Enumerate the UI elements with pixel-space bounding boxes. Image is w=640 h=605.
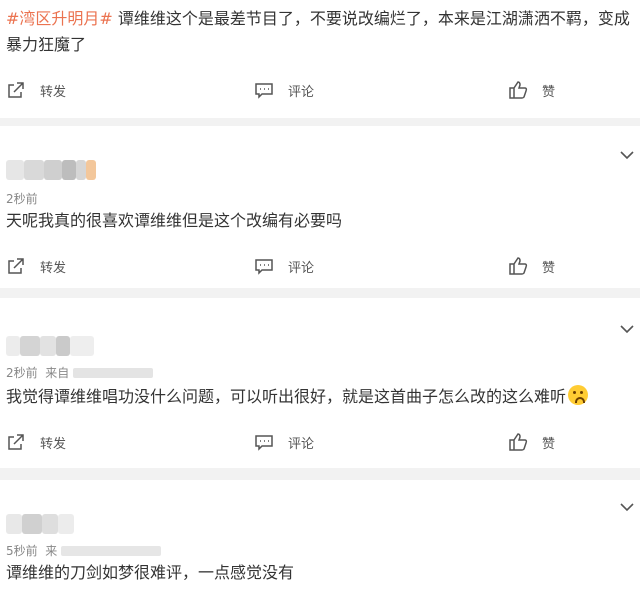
post-text-line2: 暴力狂魔了 <box>6 35 87 54</box>
like-label: 赞 <box>542 436 556 452</box>
comment-button[interactable]: 评论 <box>254 254 314 278</box>
share-button[interactable]: 转发 <box>6 254 66 278</box>
username-blurred[interactable] <box>6 514 76 534</box>
share-icon <box>8 434 24 450</box>
comment-time: 2秒前 <box>6 366 38 380</box>
comment-label: 评论 <box>288 436 315 452</box>
comment-icon <box>255 259 273 275</box>
source-blurred <box>73 368 154 378</box>
comment-text-content: 我觉得谭维维唱功没什么问题，可以听出很好，就是这首曲子怎么改的这么难听 <box>6 387 567 406</box>
comment-time: 2秒前 <box>6 192 38 206</box>
comment-card: 2秒前 来自 我觉得谭维维唱功没什么问题，可以听出很好，就是这首曲子怎么改的这么… <box>0 298 640 468</box>
separator <box>0 118 640 126</box>
share-button[interactable]: 转发 <box>6 78 66 102</box>
share-label: 转发 <box>40 436 67 452</box>
hashtag-link[interactable]: #湾区升明月# <box>6 9 113 28</box>
chevron-down-icon[interactable] <box>620 502 634 512</box>
comment-time: 5秒前 <box>6 544 38 558</box>
share-button[interactable]: 转发 <box>6 430 66 454</box>
chevron-down-icon[interactable] <box>620 324 634 334</box>
like-label: 赞 <box>542 84 556 100</box>
chevron-down-icon[interactable] <box>620 150 634 160</box>
crying-emoji-icon <box>568 385 589 405</box>
comment-source: 来自 <box>45 366 70 380</box>
share-label: 转发 <box>40 260 67 276</box>
comment-icon <box>255 83 273 99</box>
comment-text: 谭维维的刀剑如梦很难评，一点感觉没有 <box>6 563 295 582</box>
comment-card: 2秒前 天呢我真的很喜欢谭维维但是这个改编有必要吗 转发 评论 赞 <box>0 126 640 288</box>
comment-card: 5秒前 来 谭维维的刀剑如梦很难评，一点感觉没有 <box>0 480 640 605</box>
source-blurred <box>61 546 162 556</box>
username-blurred[interactable] <box>6 336 96 356</box>
like-button[interactable]: 赞 <box>508 78 555 102</box>
separator <box>0 468 640 480</box>
post-card: #湾区升明月# 谭维维这个是最差节目了，不要说改编烂了，本来是江湖潇洒不羁，变成… <box>0 0 640 118</box>
comment-actions: 转发 评论 赞 <box>0 254 640 278</box>
share-icon <box>8 82 24 98</box>
separator <box>0 288 640 298</box>
share-label: 转发 <box>40 84 67 100</box>
like-icon <box>509 81 528 99</box>
post-actions: 转发 评论 赞 <box>0 78 640 102</box>
username-blurred[interactable] <box>6 160 96 180</box>
comment-icon <box>255 435 273 451</box>
comment-source: 来 <box>45 544 58 558</box>
like-label: 赞 <box>542 260 556 276</box>
post-text-line1: 谭维维这个是最差节目了，不要说改编烂了，本来是江湖潇洒不羁，变成 <box>112 9 630 28</box>
like-icon <box>509 257 528 275</box>
like-button[interactable]: 赞 <box>508 430 555 454</box>
comment-button[interactable]: 评论 <box>254 430 314 454</box>
comment-label: 评论 <box>288 260 315 276</box>
like-icon <box>509 433 528 451</box>
comment-actions: 转发 评论 赞 <box>0 430 640 454</box>
comment-text: 我觉得谭维维唱功没什么问题，可以听出很好，就是这首曲子怎么改的这么难听 <box>6 384 632 410</box>
comment-text: 天呢我真的很喜欢谭维维但是这个改编有必要吗 <box>6 211 343 230</box>
comment-label: 评论 <box>288 84 315 100</box>
comment-meta: 2秒前 来自 <box>6 364 154 381</box>
comment-meta: 5秒前 来 <box>6 542 162 559</box>
like-button[interactable]: 赞 <box>508 254 555 278</box>
share-icon <box>8 258 24 274</box>
comment-button[interactable]: 评论 <box>254 78 314 102</box>
post-text: #湾区升明月# 谭维维这个是最差节目了，不要说改编烂了，本来是江湖潇洒不羁，变成… <box>6 6 632 58</box>
